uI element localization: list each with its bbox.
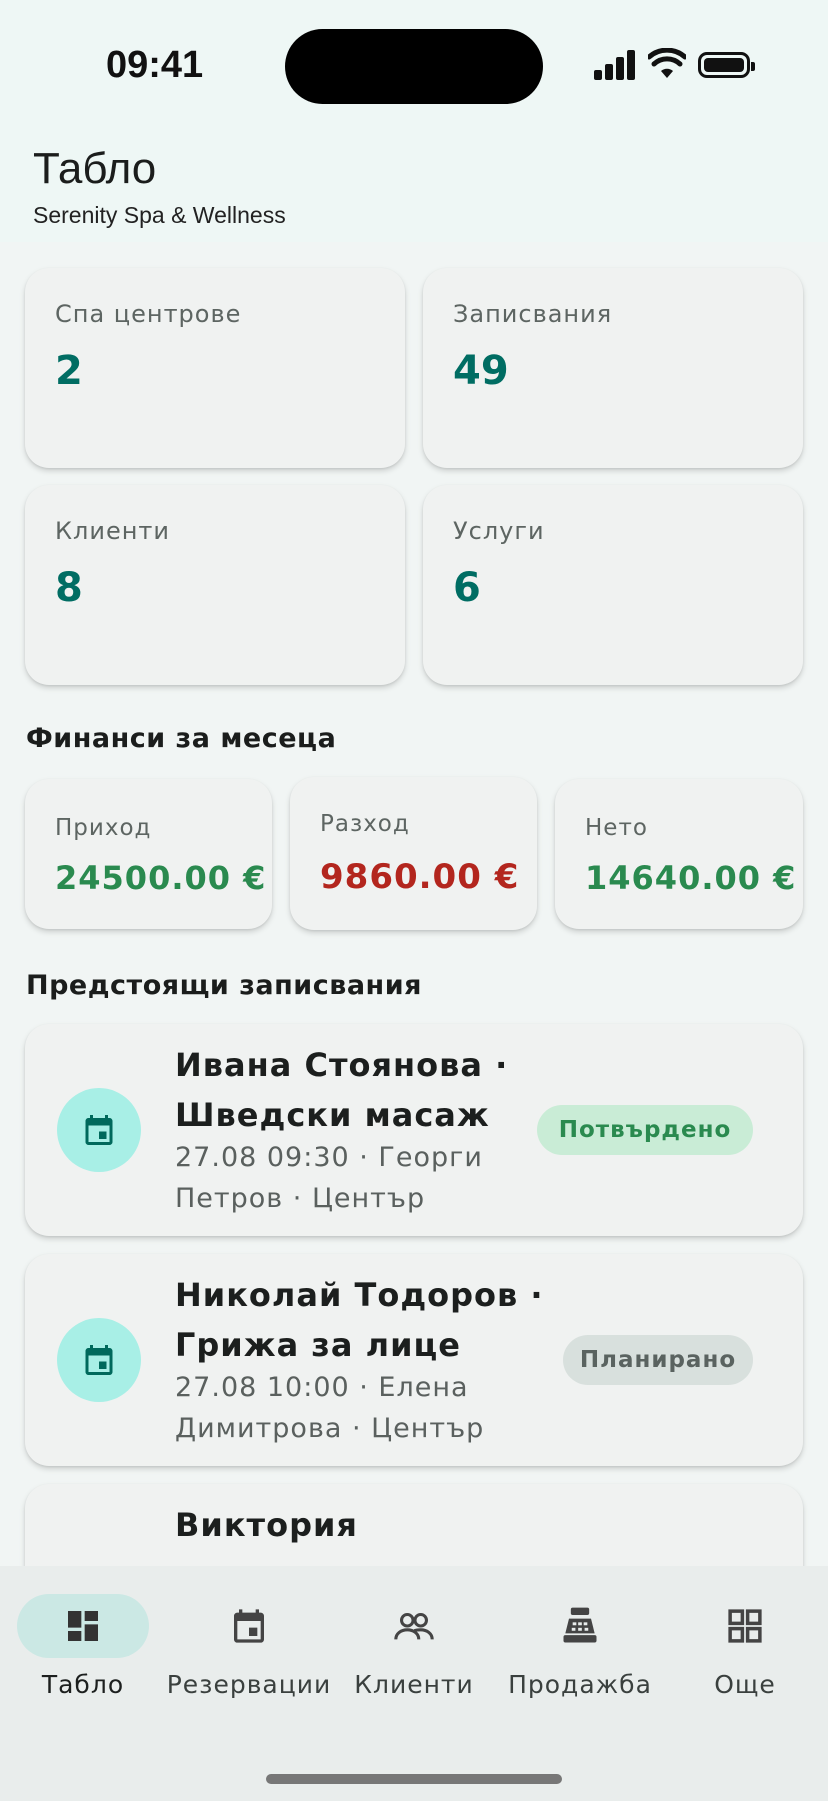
stat-card-appointments[interactable]: Записвания 49	[423, 268, 803, 468]
finance-label: Приход	[55, 815, 152, 841]
grid-icon	[679, 1594, 811, 1658]
finance-section-title: Финанси за месеца	[26, 723, 337, 754]
nav-item-sale[interactable]: Продажба	[497, 1566, 663, 1706]
bottom-nav: Табло Резервации Клиенти Продажба Още	[0, 1566, 828, 1801]
appointment-card[interactable]: Николай Тодоров · Грижа за лице 27.08 10…	[25, 1254, 803, 1466]
nav-label: Табло	[41, 1670, 125, 1699]
calendar-icon	[57, 1318, 141, 1402]
calendar-icon	[57, 1088, 141, 1172]
status-time: 09:41	[106, 44, 204, 86]
home-indicator[interactable]	[266, 1774, 562, 1784]
appointment-title: Ивана Стоянова ·	[175, 1046, 509, 1084]
appointment-card[interactable]: Ивана Стоянова · Шведски масаж 27.08 09:…	[25, 1024, 803, 1236]
nav-item-dashboard[interactable]: Табло	[0, 1566, 166, 1706]
appointment-details: 27.08 09:30 · Георги	[175, 1142, 483, 1173]
stat-card-spa-centers[interactable]: Спа центрове 2	[25, 268, 405, 468]
finance-value: 9860.00 €	[320, 857, 520, 897]
stat-label: Клиенти	[55, 517, 171, 545]
nav-item-more[interactable]: Още	[662, 1566, 828, 1706]
stat-value: 2	[55, 348, 83, 394]
stat-label: Спа центрове	[55, 300, 242, 328]
stat-label: Услуги	[453, 517, 545, 545]
finance-card-income: Приход 24500.00 €	[25, 779, 272, 929]
status-badge: Планирано	[563, 1335, 753, 1385]
appointment-title: Николай Тодоров ·	[175, 1276, 544, 1314]
nav-item-clients[interactable]: Клиенти	[331, 1566, 497, 1706]
people-icon	[348, 1594, 480, 1658]
status-bar: 09:41	[0, 0, 828, 132]
nav-label: Още	[714, 1670, 776, 1699]
signal-icon	[594, 50, 636, 80]
nav-item-reservations[interactable]: Резервации	[166, 1566, 332, 1706]
finance-value: 14640.00 €	[585, 859, 797, 897]
stat-value: 8	[55, 565, 83, 611]
wifi-icon	[648, 48, 686, 78]
appointment-location: Петров · Център	[175, 1183, 426, 1214]
appointment-location: Димитрова · Център	[175, 1413, 485, 1444]
dashboard-icon	[17, 1594, 149, 1658]
status-badge: Потвърдено	[537, 1105, 753, 1155]
page-header: Табло Serenity Spa & Wellness	[0, 132, 828, 242]
finance-label: Нето	[585, 815, 648, 841]
nav-label: Клиенти	[354, 1670, 474, 1699]
nav-label: Резервации	[166, 1670, 332, 1699]
finance-card-expense: Разход 9860.00 €	[290, 777, 537, 930]
stat-value: 49	[453, 348, 509, 394]
appointment-details: 27.08 10:00 · Елена	[175, 1372, 469, 1403]
cash-register-icon	[514, 1594, 646, 1658]
finance-label: Разход	[320, 811, 410, 837]
appointment-service: Шведски масаж	[175, 1096, 490, 1134]
calendar-icon	[183, 1594, 315, 1658]
stat-value: 6	[453, 565, 481, 611]
page-subtitle: Serenity Spa & Wellness	[33, 202, 286, 228]
dynamic-island	[285, 29, 543, 104]
upcoming-section-title: Предстоящи записвания	[26, 970, 422, 1001]
finance-card-net: Нето 14640.00 €	[555, 779, 803, 929]
appointment-title: Виктория	[175, 1506, 358, 1544]
stat-card-clients[interactable]: Клиенти 8	[25, 485, 405, 685]
battery-icon	[698, 52, 755, 78]
finance-value: 24500.00 €	[55, 859, 267, 897]
nav-label: Продажба	[508, 1670, 652, 1699]
appointment-service: Грижа за лице	[175, 1326, 461, 1364]
stat-label: Записвания	[453, 300, 613, 328]
page-title: Табло	[33, 144, 157, 193]
stat-card-services[interactable]: Услуги 6	[423, 485, 803, 685]
